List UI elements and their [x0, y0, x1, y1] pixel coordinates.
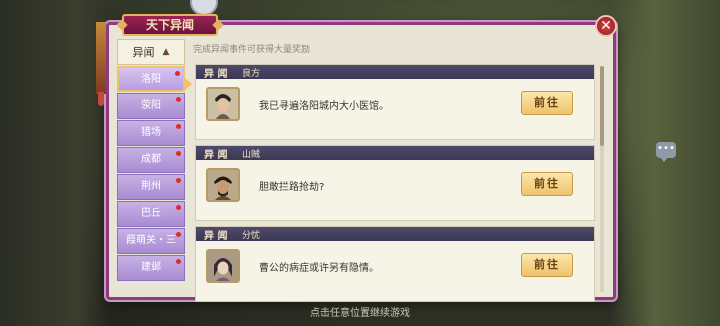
event-dialogue: 曹公的病症或许另有隐情。 [259, 263, 379, 274]
continue-hint[interactable]: 点击任意位置继续游戏 [0, 304, 720, 319]
sidebar: 异闻 ▲ 洛阳 荥阳 猎场 成都 荆州 巴丘 葭萌关・三 建邺 [117, 39, 185, 293]
notification-dot [175, 71, 180, 76]
go-button[interactable]: 前往 [521, 91, 573, 115]
sidebar-item-chengdu[interactable]: 成都 [117, 147, 185, 173]
caret-up-icon: ▲ [162, 47, 170, 57]
close-icon[interactable]: ✕ [595, 15, 617, 37]
go-button[interactable]: 前往 [521, 172, 573, 196]
sidebar-item-jiameng[interactable]: 葭萌关・三 [117, 228, 185, 254]
notification-dot [176, 124, 181, 129]
sidebar-item-label: 成都 [141, 154, 161, 165]
category-header[interactable]: 异闻 ▲ [117, 39, 185, 65]
category-label: 异闻 [132, 46, 155, 59]
character-portrait [206, 249, 240, 283]
event-dialogue: 胆敢拦路抢劫? [259, 182, 325, 193]
scrollbar-thumb[interactable] [600, 66, 604, 146]
chat-icon[interactable]: ••• [656, 142, 676, 162]
sidebar-item-luoyang[interactable]: 洛阳 [117, 66, 185, 92]
event-dialogue: 我已寻遍洛阳城内大小医馆。 [259, 101, 389, 112]
sidebar-item-label: 荥阳 [141, 100, 161, 111]
sidebar-item-label: 巴丘 [141, 208, 161, 219]
sidebar-item-hunting[interactable]: 猎场 [117, 120, 185, 146]
reward-hint: 完成异闻事件可获得大量奖励 [193, 45, 311, 55]
go-button[interactable]: 前往 [521, 253, 573, 277]
card-tag: 异 闻 [204, 149, 228, 161]
event-card: 异 闻 良方 我已寻遍洛阳城内大小医馆。 前往 [195, 64, 595, 140]
sidebar-item-jingzhou[interactable]: 荆州 [117, 174, 185, 200]
notification-dot [176, 232, 181, 237]
background-right [610, 0, 720, 326]
card-title: 良方 [242, 68, 261, 79]
sidebar-item-label: 猎场 [141, 127, 161, 138]
active-arrow-icon [185, 78, 192, 90]
sidebar-item-label: 洛阳 [141, 74, 161, 85]
notification-dot [176, 178, 181, 183]
card-tag: 异 闻 [204, 68, 228, 80]
sidebar-item-label: 建邺 [141, 262, 161, 273]
notification-dot [176, 259, 181, 264]
card-header: 异 闻 山贼 [196, 146, 594, 161]
notification-dot [176, 205, 181, 210]
tassel-decoration [98, 92, 104, 106]
panel-title: 天下异闻 [122, 14, 218, 36]
card-title: 山贼 [242, 149, 261, 160]
card-header: 异 闻 良方 [196, 65, 594, 80]
card-header: 异 闻 分忧 [196, 227, 594, 242]
sidebar-item-baqiu[interactable]: 巴丘 [117, 201, 185, 227]
card-title: 分忧 [242, 230, 261, 241]
notification-dot [176, 97, 181, 102]
sidebar-item-jianye[interactable]: 建邺 [117, 255, 185, 281]
character-portrait [206, 87, 240, 121]
notification-dot [176, 151, 181, 156]
background-left [0, 0, 110, 326]
sidebar-item-xingyang[interactable]: 荥阳 [117, 93, 185, 119]
character-portrait [206, 168, 240, 202]
card-tag: 异 闻 [204, 230, 228, 242]
sidebar-item-label: 葭萌关・三 [126, 235, 176, 246]
event-card: 异 闻 分忧 曹公的病症或许另有隐情。 前往 [195, 226, 595, 302]
sidebar-item-label: 荆州 [141, 181, 161, 192]
ribbon-decoration [96, 22, 106, 94]
event-card: 异 闻 山贼 胆敢拦路抢劫? 前往 [195, 145, 595, 221]
